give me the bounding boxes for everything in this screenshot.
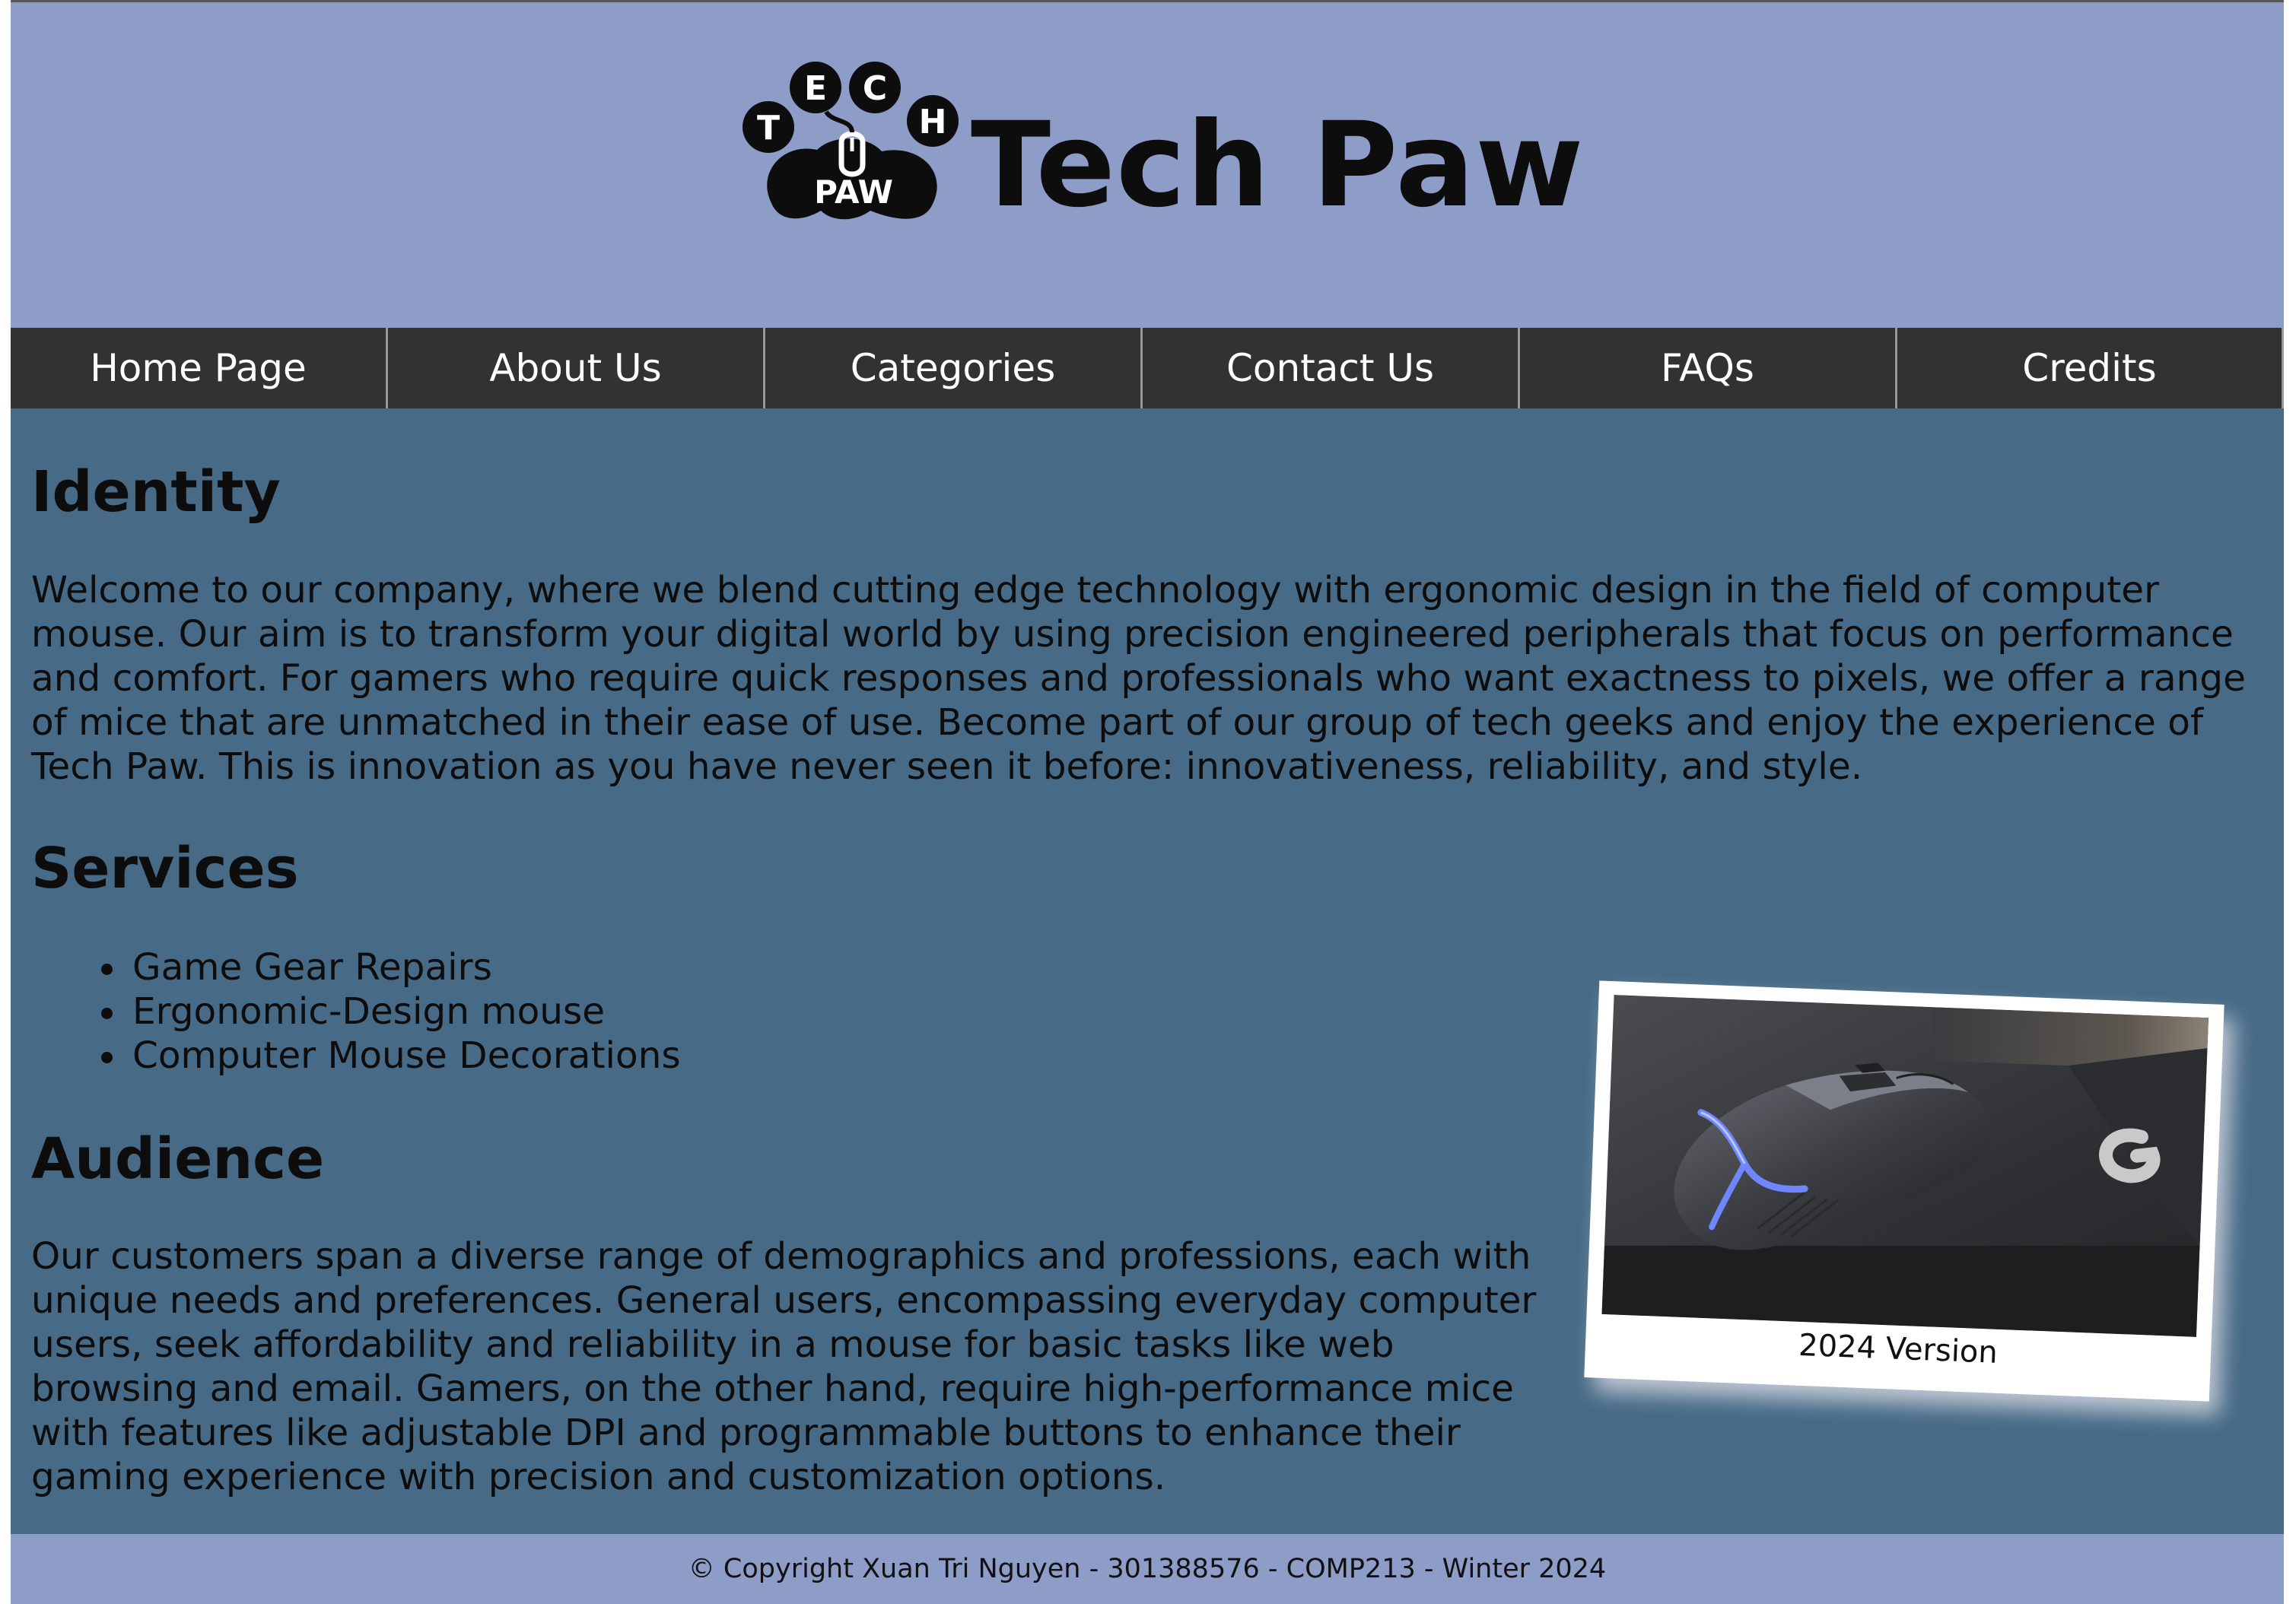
gaming-mouse-photo-icon <box>1601 995 2209 1337</box>
list-item: Game Gear Repairs <box>60 945 681 989</box>
services-heading: Services <box>31 836 299 901</box>
footer-copyright: © Copyright Xuan Tri Nguyen - 301388576 … <box>688 1554 1607 1584</box>
logo-paw-text: PAW <box>814 173 893 211</box>
site-title: Tech Paw <box>971 97 1585 233</box>
identity-heading: Identity <box>31 459 281 525</box>
nav-item-faqs[interactable]: FAQs <box>1520 328 1897 408</box>
product-photo-card: 2024 Version <box>1584 980 2224 1402</box>
nav-item-credits[interactable]: Credits <box>1897 328 2284 408</box>
nav-item-contact-us[interactable]: Contact Us <box>1143 328 1520 408</box>
nav-item-home-page[interactable]: Home Page <box>11 328 388 408</box>
main-content: Identity Welcome to our company, where w… <box>11 408 2284 1534</box>
nav-item-about-us[interactable]: About Us <box>388 328 765 408</box>
service-item-label: Ergonomic-Design mouse <box>132 990 606 1033</box>
logo-letter-h: H <box>919 103 947 141</box>
logo-letter-t: T <box>757 109 780 148</box>
nav-item-categories[interactable]: Categories <box>765 328 1143 408</box>
audience-heading: Audience <box>31 1126 325 1192</box>
services-list: Game Gear Repairs Ergonomic-Design mouse… <box>60 945 681 1078</box>
audience-text: Our customers span a diverse range of de… <box>31 1235 1537 1498</box>
service-item-label: Game Gear Repairs <box>132 946 492 989</box>
tech-paw-logo-icon[interactable]: T E C H PAW <box>741 59 969 226</box>
product-photo <box>1601 995 2209 1337</box>
site-header: T E C H PAW Tech Paw <box>11 2 2284 328</box>
logo-letter-c: C <box>863 69 887 108</box>
service-item-label: Computer Mouse Decorations <box>132 1034 681 1077</box>
identity-text: Welcome to our company, where we blend c… <box>31 569 2246 788</box>
logo-letter-e: E <box>804 69 827 108</box>
list-item: Ergonomic-Design mouse <box>60 989 681 1034</box>
page: T E C H PAW Tech Paw Home Page About Us … <box>11 0 2284 1604</box>
list-item: Computer Mouse Decorations <box>60 1034 681 1078</box>
main-nav: Home Page About Us Categories Contact Us… <box>11 328 2284 408</box>
site-footer: © Copyright Xuan Tri Nguyen - 301388576 … <box>11 1534 2284 1604</box>
